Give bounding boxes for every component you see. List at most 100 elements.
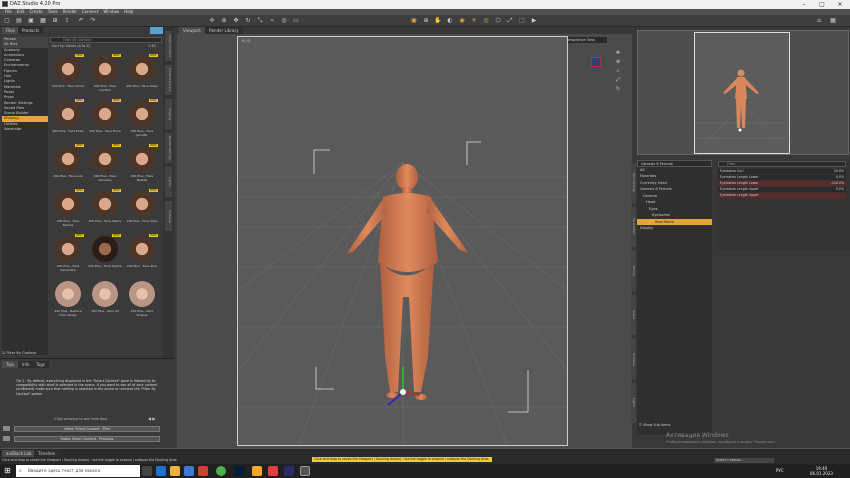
content-thumbnail[interactable]: NEW 200 Plus - Face Natalie xyxy=(51,189,85,232)
save-as-icon[interactable]: ▦ xyxy=(39,17,47,25)
blender-icon[interactable] xyxy=(252,466,262,476)
tab-tips[interactable]: Tips xyxy=(2,361,19,368)
dock-tab[interactable]: Surfaces xyxy=(631,339,636,379)
parameter-slider[interactable]: Eyelashes Length Lower 0.0% xyxy=(718,175,846,180)
tab-products[interactable]: Products xyxy=(18,27,44,34)
content-thumbnail[interactable]: NEW 200 Plus - Face Lola xyxy=(51,144,85,187)
smart-content-badge[interactable] xyxy=(150,27,164,34)
tab-timeline[interactable]: Timeline xyxy=(34,450,60,457)
transform-icon[interactable]: ⤢ xyxy=(506,17,514,25)
open-icon[interactable]: ▤ xyxy=(15,17,23,25)
node-selection-icon[interactable]: ✢ xyxy=(208,17,216,25)
surface-icon[interactable]: ◐ xyxy=(446,17,454,25)
content-thumbnail[interactable]: 200 Plus - Zero All xyxy=(88,279,122,322)
tip-prev-next[interactable]: ◀ ▶ xyxy=(148,416,155,421)
taskbar-search[interactable]: Введите здесь текст для поиска xyxy=(16,465,140,477)
new-icon[interactable]: ▢ xyxy=(3,17,11,25)
content-thumbnail[interactable]: NEW 200 Plus - Face Zina xyxy=(125,234,159,277)
edge-icon[interactable] xyxy=(156,466,166,476)
joint-editor-icon[interactable]: ⌁ xyxy=(268,17,276,25)
content-thumbnail[interactable]: 200 Plus - Zero Shapes xyxy=(125,279,159,322)
content-thumbnail[interactable]: NEW 200 Plus - Face Sherry xyxy=(88,189,122,232)
content-thumbnail[interactable]: NEW 200 Plus - Face Natalie xyxy=(125,144,159,187)
render-icon[interactable]: ▶ xyxy=(530,17,538,25)
dock-tab[interactable]: Tool Settings xyxy=(631,163,636,203)
side-tab[interactable]: Shaping xyxy=(165,99,172,129)
content-thumbnail[interactable]: NEW 200 Plus - Face Cynthia xyxy=(88,54,122,97)
content-thumbnail[interactable]: NEW 200 Plus - Face Sophia xyxy=(88,234,122,277)
category-item[interactable]: Wardrobe xyxy=(2,127,48,132)
tab-aniblock[interactable]: aniBlock Lab xyxy=(2,450,36,457)
rotate-icon[interactable]: ↻ xyxy=(244,17,252,25)
save-icon[interactable]: ▣ xyxy=(27,17,35,25)
explorer-icon[interactable] xyxy=(170,466,180,476)
content-thumbnail[interactable]: NEW 200 Plus - Face Amira xyxy=(51,54,85,97)
redo-icon[interactable]: ↷ xyxy=(89,17,97,25)
filter-by-context-checkbox[interactable]: ☑ Filter By Context xyxy=(2,351,36,355)
geometry-icon[interactable]: ⬡ xyxy=(494,17,502,25)
side-tab[interactable]: Smart Content xyxy=(165,31,172,61)
tab-tags[interactable]: Tags xyxy=(32,361,49,368)
lesson-select[interactable]: Select a Lesson... xyxy=(714,458,774,463)
dock-tab[interactable]: Parameters xyxy=(631,207,636,247)
dock-tab[interactable]: Scene xyxy=(631,295,636,335)
side-tab[interactable]: Content Library xyxy=(165,65,172,95)
maximize-icon[interactable]: □ xyxy=(814,0,830,9)
parameter-slider[interactable]: Eyelashes Curl 20.0% xyxy=(718,169,846,174)
nav-controls[interactable]: ✥ ⊕ ⌕ ⤢ ↻ xyxy=(613,49,623,94)
undo-icon[interactable]: ↶ xyxy=(77,17,85,25)
content-thumbnail[interactable]: NEW 200 Plus - Face Fiona xyxy=(88,99,122,142)
photoshop-icon[interactable] xyxy=(234,466,244,476)
sort-label[interactable]: Sort by: Name (A to Z) xyxy=(52,44,90,48)
light-icon[interactable]: ☀ xyxy=(470,17,478,25)
camera-select[interactable]: Perspective View xyxy=(563,37,607,43)
parameter-slider[interactable]: Eyelashes Length Lower -100.0% xyxy=(718,181,846,186)
premiere-icon[interactable] xyxy=(284,466,294,476)
region-nav-icon[interactable]: ◎ xyxy=(280,17,288,25)
chrome-icon[interactable] xyxy=(216,466,226,476)
content-thumbnail[interactable]: NEW 200 Plus - Face Daisy xyxy=(125,54,159,97)
content-thumbnail[interactable]: NEW 200 Plus - Face Kamarey xyxy=(88,144,122,187)
windows-start-icon[interactable]: ⊞ xyxy=(4,467,12,475)
universal-icon[interactable]: ⊕ xyxy=(422,17,430,25)
aux-viewport[interactable] xyxy=(637,30,849,156)
side-tab[interactable]: Lights xyxy=(165,167,172,197)
param-filter-input[interactable]: Filter xyxy=(718,161,846,167)
translate-icon[interactable]: ✥ xyxy=(232,17,240,25)
scale-icon[interactable]: ⤡ xyxy=(256,17,264,25)
content-thumbnail[interactable]: 200 Plus - Restore Face Shape xyxy=(51,279,85,322)
eye-icon[interactable]: ◉ xyxy=(458,17,466,25)
content-thumbnail[interactable]: NEW 200 Plus - Face Samantha xyxy=(51,234,85,277)
view-cube[interactable] xyxy=(591,57,601,67)
content-thumbnail[interactable]: NEW 200 Plus - Face Erika xyxy=(51,99,85,142)
search-input[interactable]: Filter By Context xyxy=(50,37,162,43)
viewport-canvas[interactable]: 0 / 0 xyxy=(237,36,568,446)
side-tab[interactable]: Render Settings xyxy=(165,133,172,163)
tab-viewport[interactable]: Viewport xyxy=(179,27,205,34)
home-icon[interactable]: ⌂ xyxy=(815,17,823,25)
minimize-icon[interactable]: – xyxy=(796,0,812,9)
store-icon[interactable]: ▦ xyxy=(829,17,837,25)
pose-icon[interactable]: ✋ xyxy=(434,17,442,25)
dock-tab[interactable]: Lights xyxy=(631,383,636,423)
mail-icon[interactable] xyxy=(198,466,208,476)
content-thumbnail[interactable]: NEW 200 Plus - Face Jennifer xyxy=(125,99,159,142)
store-app-icon[interactable] xyxy=(184,466,194,476)
merge-icon[interactable]: ⊞ xyxy=(51,17,59,25)
show-sub-items-checkbox[interactable]: ☑ Show Sub Items xyxy=(639,423,670,427)
language-indicator[interactable]: РУС xyxy=(776,468,784,473)
close-icon[interactable]: ✕ xyxy=(832,0,848,9)
content-thumbnail[interactable]: NEW 200 Plus - Face Skye xyxy=(125,189,159,232)
dock-tab[interactable]: Posing xyxy=(631,251,636,291)
parameter-slider[interactable]: Eyelashes Length Upper xyxy=(718,193,846,198)
select-icon[interactable]: ⬚ xyxy=(518,17,526,25)
export-icon[interactable]: ⇪ xyxy=(63,17,71,25)
daz-studio-icon[interactable] xyxy=(300,466,310,476)
render-settings-icon[interactable]: ▣ xyxy=(410,17,418,25)
tab-render-library[interactable]: Render Library xyxy=(205,27,243,34)
camera-icon[interactable]: ◎ xyxy=(482,17,490,25)
task-view-icon[interactable] xyxy=(142,466,152,476)
parameter-slider[interactable]: Eyelashes Length Upper 0.0% xyxy=(718,187,846,192)
video-products-button[interactable]: Video: Smart Content - Products xyxy=(14,436,160,442)
universal-tool-icon[interactable]: ⊕ xyxy=(220,17,228,25)
